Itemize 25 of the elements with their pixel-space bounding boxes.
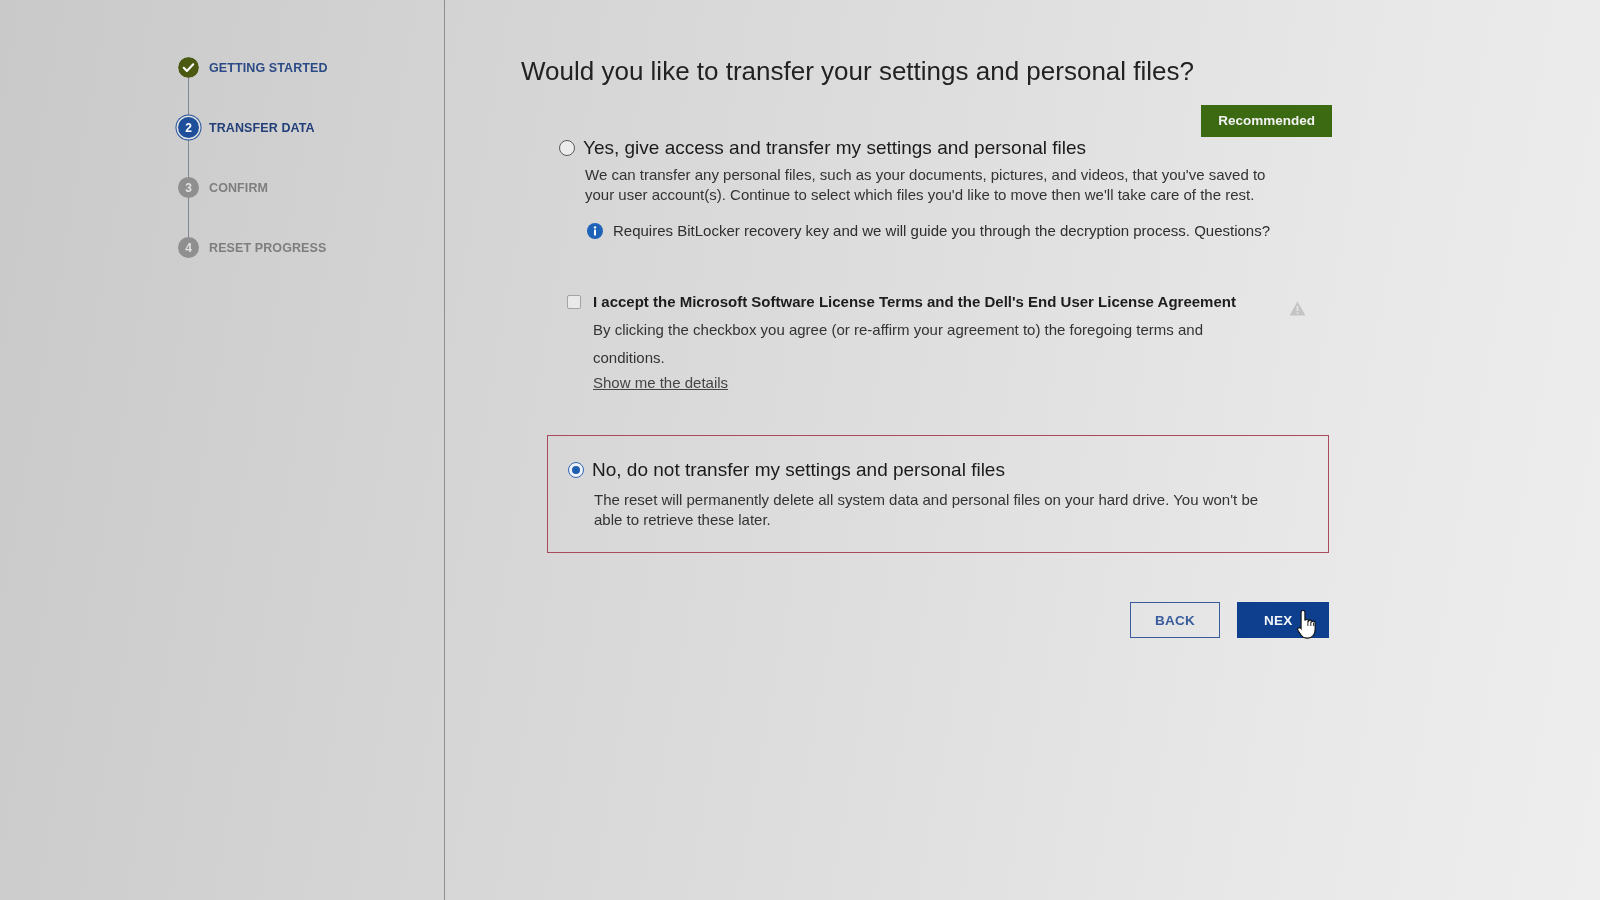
step-number: 4	[178, 237, 199, 258]
agreement-label: I accept the Microsoft Software License Terms and the Dell's End User License Agreement	[593, 291, 1236, 312]
warning-icon	[1289, 301, 1306, 316]
option-description: We can transfer any personal files, such as your documents, pictures, and videos, that you've saved to your user account(s). Continue to select which files you'd like to move then we'll take care of the rest.	[585, 165, 1267, 204]
radio-button[interactable]	[568, 462, 584, 478]
option-description: The reset will permanently delete all system data and personal files on your hard drive. You won't be able to retrieve these later.	[594, 490, 1260, 529]
option-title: Yes, give access and transfer my settings and personal files	[583, 136, 1087, 160]
info-icon	[587, 223, 603, 239]
next-button[interactable]: NEX	[1237, 602, 1329, 638]
recommended-tag: Recommended	[1201, 105, 1332, 137]
checkbox[interactable]	[567, 294, 581, 309]
page-heading: Would you like to transfer your settings and personal files?	[521, 55, 1194, 87]
back-button[interactable]: BACK	[1130, 602, 1220, 638]
step-label: RESET PROGRESS	[209, 240, 327, 255]
agreement-description: By clicking the checkbox you agree (or re-affirm your agreement to) the foregoing terms and conditions.	[593, 320, 1205, 368]
step-label: GETTING STARTED	[209, 60, 328, 75]
step-label: TRANSFER DATA	[209, 120, 315, 135]
step-number: 2	[178, 117, 199, 138]
info-note: Requires BitLocker recovery key and we will guide you through the decryption process. Questions?	[613, 221, 1270, 241]
hand-cursor-icon	[1297, 609, 1317, 639]
step-number: 3	[178, 177, 199, 198]
details-link[interactable]: Show me the details	[593, 372, 729, 394]
radio-button[interactable]	[559, 140, 575, 156]
step-label: CONFIRM	[209, 180, 269, 195]
option-title: No, do not transfer my settings and personal files	[592, 458, 1005, 482]
